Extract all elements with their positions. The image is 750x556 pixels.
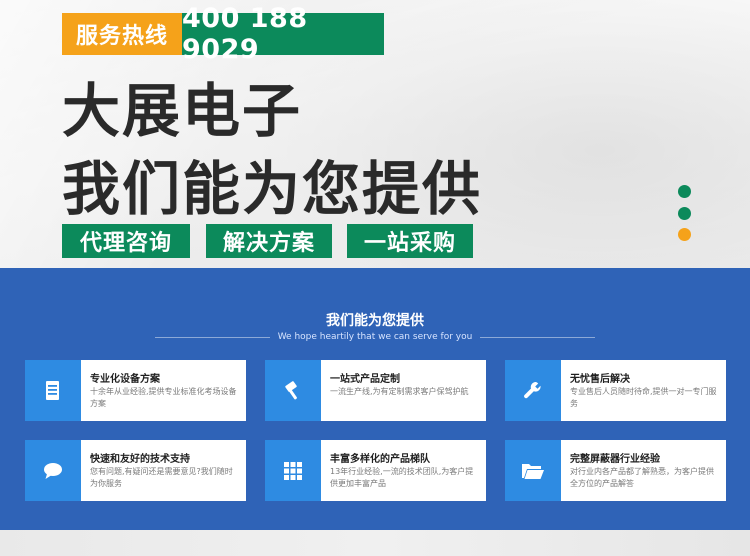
service-card-product-range[interactable]: 丰富多样化的产品梯队 13年行业经验,一流的技术团队,为客户提供更加丰富产品 [265, 440, 486, 501]
wrench-icon [505, 360, 561, 421]
card-title: 完整屏蔽器行业经验 [570, 454, 660, 465]
carousel-dot-3[interactable] [678, 228, 691, 241]
hero-title-offer: 我们能为您提供 [62, 155, 483, 223]
folder-icon [505, 440, 561, 501]
hammer-icon [265, 360, 321, 421]
hero-title-company: 大展电子 [62, 77, 303, 145]
card-description: 十余年从业经验,提供专业标准化考场设备方案 [90, 387, 237, 408]
chat-icon [25, 440, 81, 501]
card-title: 快速和友好的技术支持 [90, 454, 190, 465]
hero-banner: 服务热线 400 188 9029 大展电子 我们能为您提供 代理咨询 解决方案… [0, 0, 750, 268]
card-description: 专业售后人员随时待命,提供一对一专门服务 [570, 387, 717, 408]
services-title: 我们能为您提供 [326, 313, 424, 329]
tag-agency-consulting[interactable]: 代理咨询 [62, 224, 190, 258]
bottom-background [0, 530, 750, 556]
service-card-custom-products[interactable]: 一站式产品定制 一流生产线,为有定制需求客户保驾护航 [265, 360, 486, 421]
hotline-number[interactable]: 400 188 9029 [182, 3, 384, 65]
card-description: 对行业内各产品都了解熟悉，为客户提供全方位的产品解答 [570, 467, 714, 488]
carousel-dot-1[interactable] [678, 185, 691, 198]
service-card-industry-experience[interactable]: 完整屏蔽器行业经验 对行业内各产品都了解熟悉，为客户提供全方位的产品解答 [505, 440, 726, 501]
card-title: 丰富多样化的产品梯队 [330, 454, 430, 465]
card-description: 13年行业经验,一流的技术团队,为客户提供更加丰富产品 [330, 467, 474, 488]
service-card-after-sales[interactable]: 无忧售后解决 专业售后人员随时待命,提供一对一专门服务 [505, 360, 726, 421]
carousel-dot-2[interactable] [678, 207, 691, 220]
service-card-tech-support[interactable]: 快速和友好的技术支持 您有问题,有疑问还是需要意见?我们随时为你服务 [25, 440, 246, 501]
tag-solutions[interactable]: 解决方案 [206, 224, 332, 258]
service-card-equipment-plan[interactable]: 专业化设备方案 十余年从业经验,提供专业标准化考场设备方案 [25, 360, 246, 421]
services-subtitle: We hope heartily that we can serve for y… [277, 332, 473, 342]
grid-icon [265, 440, 321, 501]
subtitle-divider-right [480, 337, 595, 338]
card-title: 专业化设备方案 [90, 374, 160, 385]
hotline-label: 服务热线 [62, 13, 182, 55]
book-icon [25, 360, 81, 421]
tag-one-stop-sourcing[interactable]: 一站采购 [347, 224, 473, 258]
card-description: 一流生产线,为有定制需求客户保驾护航 [330, 387, 469, 396]
card-title: 无忧售后解决 [570, 374, 630, 385]
card-description: 您有问题,有疑问还是需要意见?我们随时为你服务 [90, 467, 233, 488]
card-title: 一站式产品定制 [330, 374, 400, 385]
hotline[interactable]: 服务热线 400 188 9029 [62, 3, 384, 65]
